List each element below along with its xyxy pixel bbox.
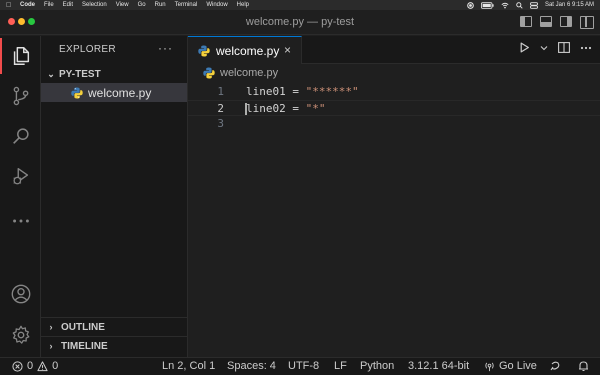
menu-help[interactable]: Help [237, 2, 249, 8]
chevron-down-icon: ⌄ [47, 68, 55, 79]
code-editor[interactable]: 1 line01 = "******" 2 line02 = "*" 3 [188, 84, 600, 132]
window-title: welcome.py — py-test [245, 16, 355, 28]
explorer-more-actions-icon[interactable]: ··· [158, 41, 173, 55]
menu-selection[interactable]: Selection [82, 2, 107, 8]
folder-py-test[interactable]: ⌄ PY-TEST [41, 65, 187, 83]
line-number-active: 2 [217, 102, 224, 115]
menu-run[interactable]: Run [155, 2, 166, 8]
activity-bar [0, 36, 41, 357]
more-actions-icon[interactable] [580, 46, 592, 50]
menu-terminal[interactable]: Terminal [175, 2, 198, 8]
menu-view[interactable]: View [116, 2, 129, 8]
macos-menu-bar:  Code File Edit Selection View Go Run T… [0, 0, 600, 10]
search-icon[interactable] [516, 1, 523, 9]
tab-label: welcome.py [216, 43, 280, 58]
menubar-clock[interactable]: Sat Jan 6 9:15 AM [545, 2, 594, 8]
timeline-label: TIMELINE [61, 340, 108, 352]
menu-app-name[interactable]: Code [20, 2, 35, 8]
menu-window[interactable]: Window [206, 2, 227, 8]
python-icon [203, 67, 215, 79]
go-live-label: Go Live [499, 360, 537, 372]
gear-icon [12, 325, 29, 344]
explorer-sidebar: EXPLORER ··· ⌄ PY-TEST welcome.py › OUTL… [41, 36, 188, 357]
battery-icon[interactable] [480, 1, 494, 9]
code-line[interactable]: 1 line01 = "******" [188, 84, 600, 100]
editor-area: welcome.py × welcome.py 1 line01 = "****… [188, 36, 600, 357]
code-text: line01 = [246, 85, 306, 98]
python-icon [71, 87, 83, 99]
indentation-status[interactable]: Spaces: 4 [227, 360, 276, 372]
encoding-status[interactable]: UTF-8 [288, 360, 319, 372]
file-item-welcome-py[interactable]: welcome.py [41, 83, 187, 102]
ellipsis-icon [12, 219, 29, 223]
search-icon [12, 128, 29, 144]
tab-welcome-py[interactable]: welcome.py × [188, 36, 302, 64]
accounts-activity-button[interactable] [0, 274, 41, 314]
files-icon [13, 47, 29, 65]
chevron-down-icon[interactable] [540, 44, 548, 52]
more-views-activity-button[interactable] [0, 201, 41, 241]
warning-count: 0 [52, 360, 59, 372]
string-literal: "*" [305, 102, 326, 115]
source-control-activity-button[interactable] [0, 76, 41, 116]
breadcrumb-file-label: welcome.py [220, 67, 279, 79]
timeline-section[interactable]: › TIMELINE [41, 336, 187, 355]
control-center-icon[interactable] [529, 1, 538, 9]
status-bar: 0 0 Ln 2, Col 1 Spaces: 4 UTF-8 LF Pytho… [0, 357, 600, 375]
customize-layout-icon[interactable] [580, 16, 594, 29]
outline-section[interactable]: › OUTLINE [41, 317, 187, 336]
string-literal: "******" [305, 85, 359, 98]
run-python-file-icon[interactable] [519, 42, 530, 53]
line-number: 1 [217, 85, 224, 98]
window-title-bar: welcome.py — py-test [0, 10, 600, 35]
editor-tabs: welcome.py × [188, 36, 600, 64]
folder-label: PY-TEST [59, 68, 101, 80]
breadcrumb[interactable]: welcome.py [203, 67, 278, 79]
text-cursor [245, 103, 247, 115]
go-live-button[interactable]: Go Live [484, 360, 537, 372]
record-icon[interactable] [467, 1, 474, 9]
close-tab-icon[interactable]: × [284, 43, 291, 57]
problems-status[interactable]: 0 0 [12, 360, 58, 372]
run-debug-icon [12, 167, 28, 185]
apple-icon[interactable]:  [6, 2, 14, 9]
python-interpreter-status[interactable]: 3.12.1 64-bit [408, 360, 469, 372]
menu-edit[interactable]: Edit [63, 2, 73, 8]
toggle-secondary-sidebar-icon[interactable] [560, 16, 572, 27]
feedback-icon[interactable] [549, 360, 561, 375]
error-icon [12, 360, 23, 372]
manage-activity-button[interactable] [0, 315, 41, 355]
eol-status[interactable]: LF [334, 360, 347, 372]
explorer-activity-button[interactable] [0, 36, 41, 76]
account-icon [11, 284, 30, 304]
error-count: 0 [27, 360, 34, 372]
search-activity-button[interactable] [0, 116, 41, 156]
menu-file[interactable]: File [44, 2, 54, 8]
outline-label: OUTLINE [61, 321, 105, 333]
chevron-right-icon: › [49, 322, 53, 332]
toggle-panel-icon[interactable] [540, 16, 552, 27]
run-and-debug-activity-button[interactable] [0, 156, 41, 196]
warning-icon [37, 360, 48, 371]
toggle-primary-sidebar-icon[interactable] [520, 16, 532, 27]
line-number: 3 [217, 117, 224, 130]
code-line[interactable]: 3 [188, 116, 600, 132]
code-line-current[interactable]: 2 line02 = "*" [188, 100, 600, 116]
python-icon [198, 45, 210, 57]
split-editor-icon[interactable] [558, 42, 570, 53]
source-control-icon [13, 86, 28, 106]
notifications-bell-icon[interactable] [578, 360, 589, 375]
broadcast-icon [485, 362, 494, 371]
sidebar-title: EXPLORER [59, 44, 116, 55]
wifi-icon[interactable] [501, 2, 509, 9]
file-label: welcome.py [88, 85, 152, 100]
language-mode-status[interactable]: Python [360, 360, 394, 372]
code-text: line02 = [246, 102, 306, 115]
cursor-position-status[interactable]: Ln 2, Col 1 [162, 360, 215, 372]
menu-go[interactable]: Go [138, 2, 146, 8]
chevron-right-icon: › [49, 341, 53, 351]
